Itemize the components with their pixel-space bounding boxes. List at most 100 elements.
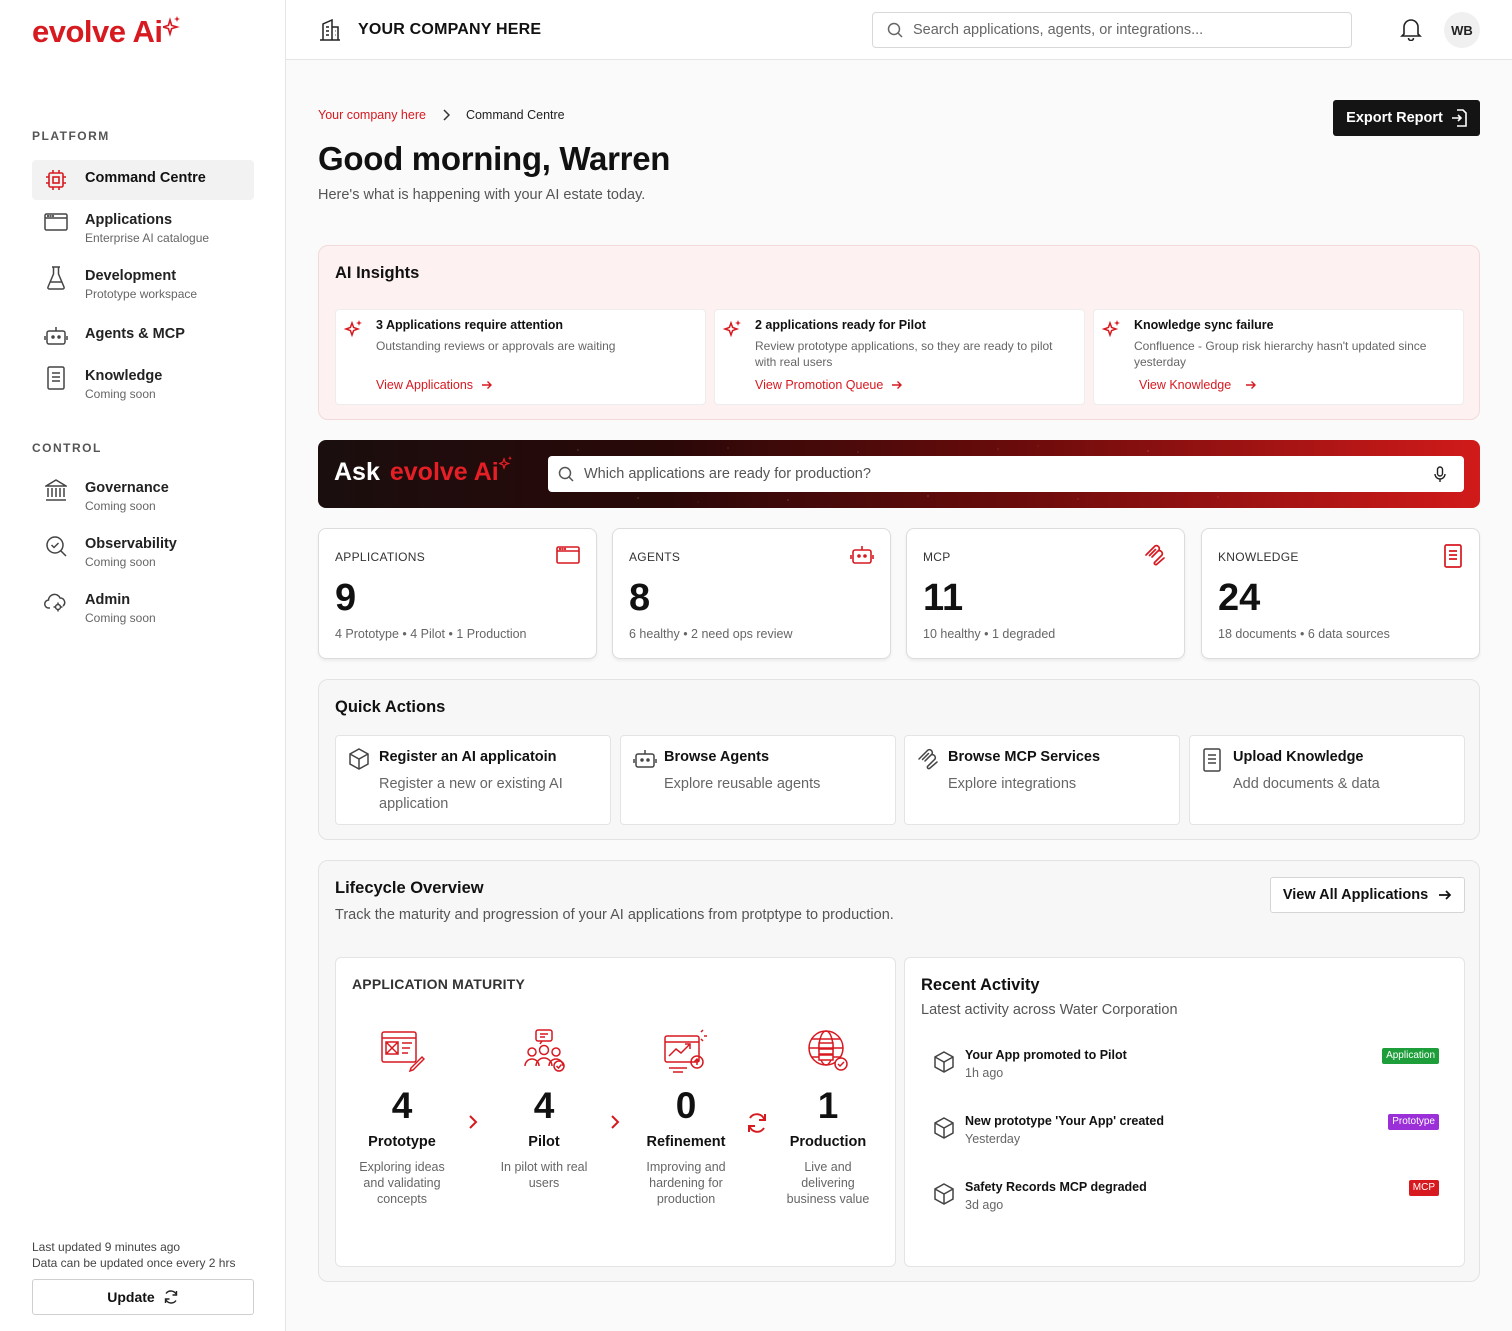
sidebar-item-agents-mcp[interactable]: Agents & MCP <box>32 316 254 356</box>
arrow-right-icon <box>482 381 493 389</box>
activity-item[interactable]: Safety Records MCP degraded 3d ago MCP <box>933 1180 1439 1220</box>
arrow-right-icon <box>1439 890 1452 900</box>
document-icon <box>1444 544 1462 568</box>
stage-prototype[interactable]: 4 Prototype Exploring ideas and validati… <box>347 1028 457 1207</box>
insight-link-label: View Promotion Queue <box>755 378 884 392</box>
stage-pilot[interactable]: 4 Pilot In pilot with real users <box>489 1028 599 1191</box>
activity-time: 1h ago <box>965 1066 1004 1080</box>
building-icon <box>320 18 340 41</box>
register-application-action[interactable]: Register an AI applicatoin Register a ne… <box>335 735 611 825</box>
section-control: CONTROL <box>32 441 102 455</box>
export-label: Export Report <box>1346 110 1443 126</box>
stat-card-knowledge[interactable]: KNOWLEDGE 24 18 documents • 6 data sourc… <box>1201 528 1480 659</box>
stat-detail: 10 healthy • 1 degraded <box>923 627 1056 641</box>
ask-brand: evolve Ai <box>389 458 499 486</box>
view-knowledge-link[interactable]: View Knowledge <box>1139 378 1257 392</box>
stage-count: 4 <box>533 1085 555 1126</box>
sidebar-item-governance[interactable]: Governance Coming soon <box>32 470 254 522</box>
ask-evolve-bar: Ask evolve Ai <box>318 440 1480 508</box>
microphone-icon[interactable] <box>1434 466 1446 483</box>
stat-label: APPLICATIONS <box>335 550 426 564</box>
chevron-right-icon <box>443 109 450 121</box>
breadcrumb-company-link[interactable]: Your company here <box>318 108 426 122</box>
update-label: Update <box>107 1289 155 1305</box>
action-description: Register a new or existing AI applicatio… <box>379 776 563 812</box>
stage-name: Refinement <box>646 1134 726 1150</box>
company-name: YOUR COMPANY HERE <box>358 21 542 38</box>
activity-item[interactable]: Your App promoted to Pilot 1h ago Applic… <box>933 1048 1439 1088</box>
stat-card-applications[interactable]: APPLICATIONS 9 4 Prototype • 4 Pilot • 1… <box>318 528 597 659</box>
page-subtitle: Here's what is happening with your AI es… <box>318 187 646 203</box>
breadcrumb: Your company here Command Centre <box>318 108 565 122</box>
nav-sublabel: Coming soon <box>85 499 156 513</box>
view-all-label: View All Applications <box>1282 887 1429 903</box>
nav-sublabel: Coming soon <box>85 611 156 625</box>
ask-search-field[interactable] <box>548 456 1464 492</box>
sidebar-item-command-centre[interactable]: Command Centre <box>32 160 254 200</box>
stat-value: 9 <box>335 577 357 619</box>
browse-agents-action[interactable]: Browse Agents Explore reusable agents <box>620 735 896 825</box>
document-icon <box>44 366 68 390</box>
stat-label: MCP <box>923 550 951 564</box>
stat-card-agents[interactable]: AGENTS 8 6 healthy • 2 need ops review <box>612 528 891 659</box>
view-applications-link[interactable]: View Applications <box>376 378 493 392</box>
action-title: Browse MCP Services <box>948 749 1101 765</box>
main-content: Your company here Command Centre Good mo… <box>286 60 1512 1331</box>
bell-icon[interactable] <box>1400 17 1422 41</box>
export-report-button[interactable]: Export Report <box>1333 100 1480 136</box>
sidebar-item-admin[interactable]: Admin Coming soon <box>32 582 254 634</box>
sidebar-item-applications[interactable]: Applications Enterprise AI catalogue <box>32 202 254 254</box>
sparkle-icon <box>723 320 741 338</box>
action-description: Explore integrations <box>948 776 1077 792</box>
stage-production[interactable]: 1 Production Live and delivering busines… <box>773 1028 883 1207</box>
activity-time: Yesterday <box>965 1132 1021 1146</box>
ai-insights-panel: AI Insights 3 Applications require atten… <box>318 245 1480 420</box>
stage-refinement[interactable]: 0 Refinement Improving and hardening for… <box>631 1028 741 1207</box>
window-icon <box>44 210 68 234</box>
search-icon <box>887 22 903 38</box>
sidebar-item-development[interactable]: Development Prototype workspace <box>32 258 254 310</box>
mcp-icon <box>1145 544 1165 566</box>
sidebar-item-knowledge[interactable]: Knowledge Coming soon <box>32 358 254 410</box>
company-switcher[interactable]: YOUR COMPANY HERE <box>318 18 541 42</box>
nav-label: Command Centre <box>85 170 206 186</box>
blueprint-icon <box>381 1031 425 1073</box>
robot-icon <box>44 324 68 348</box>
insight-link-label: View Applications <box>376 378 474 392</box>
view-promotion-queue-link[interactable]: View Promotion Queue <box>755 378 903 392</box>
update-button[interactable]: Update <box>32 1279 254 1315</box>
view-all-applications-button[interactable]: View All Applications <box>1270 877 1465 913</box>
stage-name: Production <box>789 1134 867 1150</box>
nav-label: Admin <box>85 592 131 608</box>
prototype-badge: Prototype <box>1388 1114 1439 1130</box>
browse-mcp-action[interactable]: Browse MCP Services Explore integrations <box>904 735 1180 825</box>
ask-input[interactable] <box>584 466 1424 482</box>
activity-item[interactable]: New prototype 'Your App' created Yesterd… <box>933 1114 1439 1154</box>
evolve-logo[interactable]: evolve Ai <box>32 14 181 50</box>
stat-card-mcp[interactable]: MCP 11 10 healthy • 1 degraded <box>906 528 1185 659</box>
global-search[interactable] <box>872 12 1352 48</box>
application-badge: Application <box>1382 1048 1439 1064</box>
search-check-icon <box>44 534 68 558</box>
upload-knowledge-action[interactable]: Upload Knowledge Add documents & data <box>1189 735 1465 825</box>
nav-label: Agents & MCP <box>85 326 185 342</box>
avatar[interactable]: WB <box>1444 12 1480 48</box>
nav-label: Knowledge <box>85 368 163 384</box>
refresh-cycle-icon <box>748 1113 766 1133</box>
chart-browser-icon <box>664 1029 707 1073</box>
nav-sublabel: Prototype workspace <box>85 287 198 301</box>
search-input[interactable] <box>913 22 1333 38</box>
insight-title: 3 Applications require attention <box>376 318 564 332</box>
export-icon <box>1451 109 1467 127</box>
recent-activity-card: Recent Activity Latest activity across W… <box>904 957 1465 1267</box>
stat-detail: 18 documents • 6 data sources <box>1218 627 1390 641</box>
section-platform: PLATFORM <box>32 129 110 143</box>
cube-icon <box>934 1117 954 1139</box>
insight-card: Knowledge sync failure Confluence - Grou… <box>1093 309 1464 405</box>
nav-sublabel: Coming soon <box>85 387 156 401</box>
sidebar-item-observability[interactable]: Observability Coming soon <box>32 526 254 578</box>
nav-label: Observability <box>85 536 177 552</box>
cube-icon <box>934 1183 954 1205</box>
stat-label: AGENTS <box>629 550 681 564</box>
stage-count: 4 <box>391 1085 413 1126</box>
